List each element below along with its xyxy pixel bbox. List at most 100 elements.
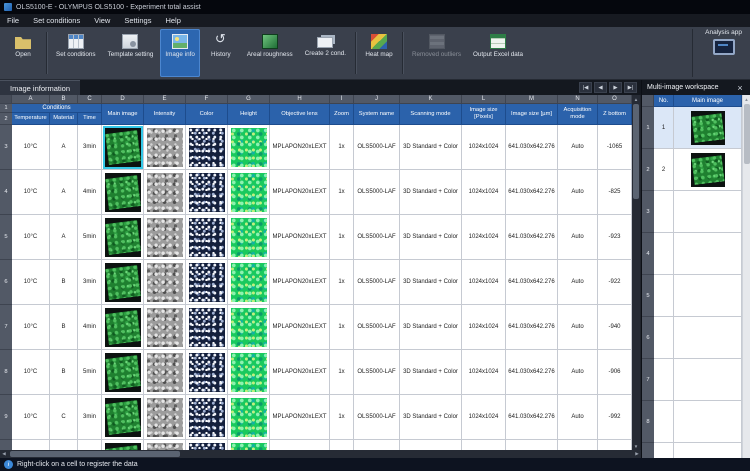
cell-image-size-um[interactable]: 641.030x642.276 <box>506 170 558 215</box>
cell-intensity[interactable] <box>144 350 186 395</box>
height-thumbnail[interactable] <box>231 218 267 257</box>
cell-height[interactable] <box>228 125 270 170</box>
horizontal-scrollbar-thumb[interactable] <box>10 451 180 457</box>
row-number[interactable]: 7 <box>0 305 12 350</box>
column-header-temperature[interactable]: Temperature <box>12 113 50 125</box>
cell-material[interactable]: B <box>50 260 78 305</box>
row-number[interactable]: 5 <box>0 215 12 260</box>
workspace-column-header-no[interactable]: No. <box>654 95 674 107</box>
cell-scanning-mode[interactable]: 3D Standard + Color <box>400 170 462 215</box>
cell-z-bottom[interactable]: -906 <box>598 350 632 395</box>
color-thumbnail[interactable] <box>189 353 225 392</box>
cell-z-bottom[interactable]: -1065 <box>598 125 632 170</box>
row-number[interactable]: 4 <box>642 233 654 275</box>
output-excel-data-button[interactable]: Output Excel data <box>468 29 528 77</box>
cell-material[interactable]: B <box>50 350 78 395</box>
close-icon[interactable]: × <box>735 83 745 93</box>
cell-no[interactable] <box>654 317 674 359</box>
cell-z-bottom[interactable]: -923 <box>598 215 632 260</box>
row-number[interactable]: 8 <box>0 350 12 395</box>
cell-time[interactable]: 3min <box>78 260 102 305</box>
cell-scanning-mode[interactable]: 3D Standard + Color <box>400 305 462 350</box>
cell-image-size-um[interactable]: 641.030x642.276 <box>506 440 558 450</box>
color-thumbnail[interactable] <box>189 263 225 302</box>
cell-main-image[interactable] <box>674 233 742 275</box>
cell-material[interactable]: C <box>50 395 78 440</box>
cell-temperature[interactable]: 10°C <box>12 170 50 215</box>
menu-item-file[interactable]: File <box>0 14 26 27</box>
workspace-row[interactable]: 9 <box>642 443 742 458</box>
row-number[interactable]: 2 <box>642 149 654 191</box>
removed-outliers-button[interactable]: Removed outliers <box>407 29 466 77</box>
template-setting-button[interactable]: Template setting <box>103 29 159 77</box>
cell-time[interactable]: 5min <box>78 350 102 395</box>
cell-color[interactable] <box>186 305 228 350</box>
cell-time[interactable]: 4min <box>78 305 102 350</box>
column-header-z-bottom[interactable]: Z bottom <box>598 104 632 125</box>
cell-scanning-mode[interactable]: 3D Standard + Color <box>400 440 462 450</box>
cell-image-size-um[interactable]: 641.030x642.276 <box>506 350 558 395</box>
cell-image-size-um[interactable]: 641.030x642.276 <box>506 215 558 260</box>
cell-zoom[interactable]: 1x <box>330 305 354 350</box>
cell-system-name[interactable]: OLS5000-LAF <box>354 260 400 305</box>
scroll-up-icon[interactable]: ▲ <box>743 95 750 103</box>
cell-image-size-pixels[interactable]: 1024x1024 <box>462 350 506 395</box>
vertical-scrollbar[interactable]: ▲ ▼ <box>632 95 640 450</box>
color-thumbnail[interactable] <box>189 218 225 257</box>
height-thumbnail[interactable] <box>231 128 267 167</box>
column-header-objective-lens[interactable]: Objective lens <box>270 104 330 125</box>
cell-acquisition-mode[interactable]: Auto <box>558 215 598 260</box>
workspace-row[interactable]: 6 <box>642 317 742 359</box>
column-letter-D[interactable]: D <box>102 95 144 104</box>
cell-image-size-pixels[interactable]: 1024x1024 <box>462 170 506 215</box>
cell-height[interactable] <box>228 215 270 260</box>
row-number[interactable]: 9 <box>642 443 654 458</box>
cell-height[interactable] <box>228 170 270 215</box>
cell-system-name[interactable]: OLS5000-LAF <box>354 395 400 440</box>
cell-main-image[interactable] <box>674 191 742 233</box>
cell-scanning-mode[interactable]: 3D Standard + Color <box>400 215 462 260</box>
cell-color[interactable] <box>186 350 228 395</box>
cell-main-image[interactable] <box>674 149 742 191</box>
row-number[interactable]: 8 <box>642 401 654 443</box>
column-letter-A[interactable]: A <box>12 95 50 104</box>
column-header-intensity[interactable]: Intensity <box>144 104 186 125</box>
cell-zoom[interactable]: 1x <box>330 440 354 450</box>
menu-item-view[interactable]: View <box>87 14 117 27</box>
cell-image-size-um[interactable]: 641.030x642.276 <box>506 395 558 440</box>
cell-z-bottom[interactable]: -825 <box>598 170 632 215</box>
cell-temperature[interactable]: 10°C <box>12 350 50 395</box>
cell-color[interactable] <box>186 260 228 305</box>
cell-main-image[interactable] <box>102 260 144 305</box>
cell-system-name[interactable]: OLS5000-LAF <box>354 440 400 450</box>
vertical-scrollbar-thumb[interactable] <box>633 104 639 199</box>
row-number[interactable]: 3 <box>0 125 12 170</box>
main-image-thumbnail[interactable] <box>105 443 141 451</box>
main-image-thumbnail[interactable] <box>105 398 141 437</box>
column-letter-K[interactable]: K <box>400 95 462 104</box>
open-button[interactable]: Open <box>4 29 42 77</box>
cell-main-image[interactable] <box>102 395 144 440</box>
cell-main-image[interactable] <box>102 350 144 395</box>
cell-z-bottom[interactable]: -940 <box>598 305 632 350</box>
workspace-row[interactable]: 8 <box>642 401 742 443</box>
cell-zoom[interactable]: 1x <box>330 260 354 305</box>
cell-scanning-mode[interactable]: 3D Standard + Color <box>400 125 462 170</box>
workspace-row[interactable]: 4 <box>642 233 742 275</box>
create-2-cond-button[interactable]: Create 2 cond. <box>300 29 351 77</box>
cell-intensity[interactable] <box>144 440 186 450</box>
cell-acquisition-mode[interactable]: Auto <box>558 170 598 215</box>
menu-item-help[interactable]: Help <box>158 14 187 27</box>
cell-main-image[interactable] <box>102 170 144 215</box>
cell-color[interactable] <box>186 440 228 450</box>
column-header-main-image[interactable]: Main image <box>102 104 144 125</box>
heat-map-button[interactable]: Heat map <box>360 29 398 77</box>
history-button[interactable]: History <box>202 29 240 77</box>
cell-time[interactable]: 3min <box>78 125 102 170</box>
main-image-thumbnail[interactable] <box>105 128 141 167</box>
cell-color[interactable] <box>186 395 228 440</box>
cell-objective-lens[interactable]: MPLAPON20xLEXT <box>270 170 330 215</box>
workspace-row[interactable]: 11 <box>642 107 742 149</box>
cell-objective-lens[interactable]: MPLAPON20xLEXT <box>270 125 330 170</box>
cell-height[interactable] <box>228 305 270 350</box>
